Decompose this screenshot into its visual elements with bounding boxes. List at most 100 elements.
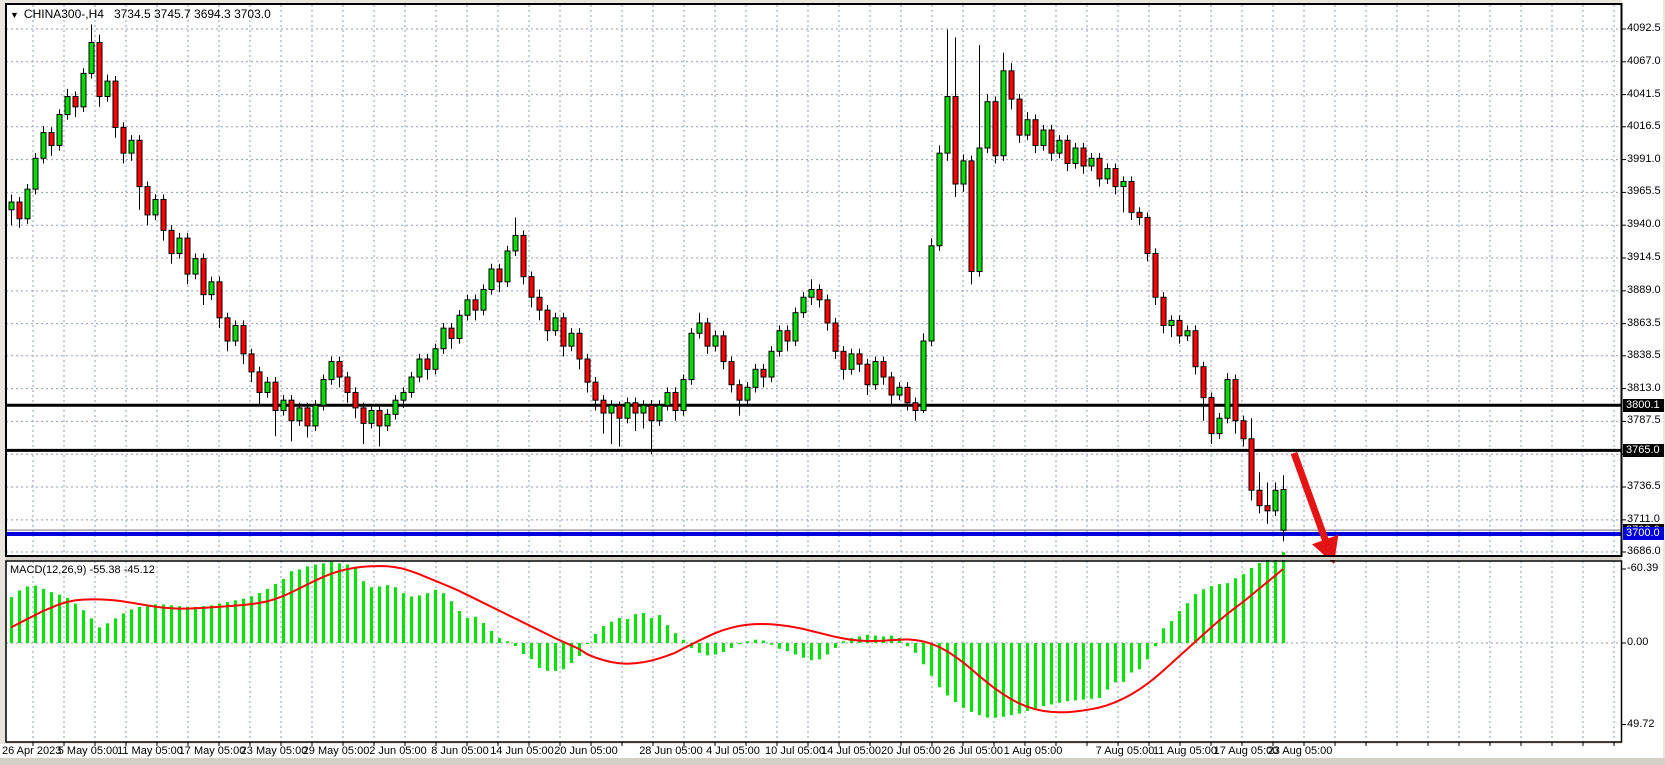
price-axis-label: 3838.5 <box>1627 349 1661 362</box>
macd-bar <box>50 592 53 643</box>
macd-bar <box>450 601 453 643</box>
macd-bar <box>1282 552 1285 643</box>
macd-bar <box>98 627 101 643</box>
candle <box>457 310 462 343</box>
time-axis-label[interactable]: 8 Jun 05:00 <box>431 745 489 758</box>
price-axis-label: 3991.0 <box>1627 153 1661 166</box>
candle <box>873 356 878 389</box>
macd-bar <box>554 643 557 671</box>
macd-bar <box>1130 643 1133 673</box>
candle <box>505 246 510 287</box>
macd-bar <box>722 643 725 652</box>
macd-bar <box>426 593 429 643</box>
macd-bar <box>922 643 925 664</box>
macd-bar <box>354 568 357 643</box>
time-axis-label[interactable]: 1 Aug 05:00 <box>1004 745 1063 758</box>
macd-bar <box>210 605 213 643</box>
macd-bar <box>778 643 781 649</box>
macd-bar <box>1146 643 1149 659</box>
one-click-trading-toggle-icon[interactable]: ▼ <box>10 10 19 20</box>
time-axis-label[interactable]: 14 Jul 05:00 <box>821 745 881 758</box>
panel-splitter[interactable] <box>6 557 1622 560</box>
time-axis-label[interactable]: 5 May 05:00 <box>58 745 119 758</box>
macd-bar <box>786 643 789 651</box>
macd-bar <box>1258 563 1261 643</box>
chart-canvas[interactable] <box>0 0 1665 765</box>
macd-bar <box>402 593 405 643</box>
macd-bar <box>1034 643 1037 709</box>
macd-bar <box>1058 643 1061 703</box>
candle <box>993 97 998 164</box>
macd-bar <box>666 625 669 643</box>
macd-bar <box>762 641 765 643</box>
time-axis-label[interactable]: 26 Apr 2023 <box>2 745 61 758</box>
macd-bar <box>266 589 269 643</box>
macd-bar <box>530 643 533 659</box>
candle <box>769 346 774 382</box>
time-axis-label[interactable]: 4 Jul 05:00 <box>706 745 760 758</box>
macd-bar <box>626 619 629 643</box>
macd-bar <box>18 591 21 643</box>
price-axis-label: 3965.5 <box>1627 185 1661 198</box>
time-axis-label[interactable]: 23 May 05:00 <box>241 745 308 758</box>
price-axis-label: 3787.5 <box>1627 414 1661 427</box>
macd-bar <box>442 593 445 643</box>
macd-bar <box>914 643 917 653</box>
price-axis-label: 4016.5 <box>1627 120 1661 133</box>
macd-bar <box>418 595 421 643</box>
macd-bar <box>434 590 437 643</box>
time-axis-label[interactable]: 28 Jun 05:00 <box>639 745 703 758</box>
price-axis-label: 3863.5 <box>1627 317 1661 330</box>
macd-bar <box>130 609 133 643</box>
macd-bar <box>106 623 109 643</box>
macd-bar <box>138 607 141 643</box>
macd-bar <box>122 613 125 643</box>
time-axis-label[interactable]: 7 Aug 05:00 <box>1096 745 1155 758</box>
macd-bar <box>178 606 181 643</box>
macd-bar <box>754 640 757 643</box>
macd-bar <box>82 610 85 643</box>
macd-bar <box>290 571 293 643</box>
macd-bar <box>1026 643 1029 711</box>
time-axis-label[interactable]: 11 Aug 05:00 <box>1153 745 1217 758</box>
macd-bar <box>970 643 973 712</box>
candle <box>921 333 926 413</box>
macd-bar <box>738 643 741 644</box>
macd-bar <box>1122 643 1125 682</box>
time-axis-label[interactable]: 17 May 05:00 <box>179 745 246 758</box>
macd-bar <box>986 643 989 718</box>
price-axis-label: 4067.0 <box>1627 55 1661 68</box>
time-axis-label[interactable]: 14 Jun 05:00 <box>490 745 554 758</box>
time-axis-label[interactable]: 2 Jun 05:00 <box>369 745 427 758</box>
macd-bar <box>906 643 909 646</box>
candle <box>1225 373 1230 423</box>
macd-bar <box>962 643 965 708</box>
macd-bar <box>650 618 653 643</box>
macd-bar <box>154 604 157 643</box>
time-axis-label[interactable]: 29 May 05:00 <box>303 745 370 758</box>
macd-bar <box>410 596 413 643</box>
macd-bar <box>282 579 285 643</box>
macd-bar <box>1002 643 1005 717</box>
macd-bar <box>226 602 229 643</box>
macd-bar <box>1178 611 1181 643</box>
macd-bar <box>58 595 61 643</box>
macd-bar <box>706 643 709 655</box>
macd-bar <box>818 643 821 659</box>
macd-bar <box>322 563 325 643</box>
time-axis-label[interactable]: 20 Jun 05:00 <box>554 745 618 758</box>
macd-bar <box>746 641 749 643</box>
time-axis-label[interactable]: 11 May 05:00 <box>117 745 183 758</box>
macd-bar <box>234 600 237 643</box>
time-axis-label[interactable]: 10 Jul 05:00 <box>765 745 825 758</box>
macd-bar <box>114 618 117 643</box>
macd-bar <box>538 643 541 668</box>
macd-bar <box>490 631 493 643</box>
macd-bar <box>386 585 389 643</box>
price-axis-label: 4041.5 <box>1627 88 1661 101</box>
support-price-badge: 3700.0 <box>1623 527 1664 540</box>
time-axis-label[interactable]: 26 Jul 05:00 <box>943 745 1003 758</box>
time-axis-label[interactable]: 20 Jul 05:00 <box>881 745 941 758</box>
macd-bar <box>594 634 597 643</box>
time-axis-label[interactable]: 23 Aug 05:00 <box>1268 745 1333 758</box>
